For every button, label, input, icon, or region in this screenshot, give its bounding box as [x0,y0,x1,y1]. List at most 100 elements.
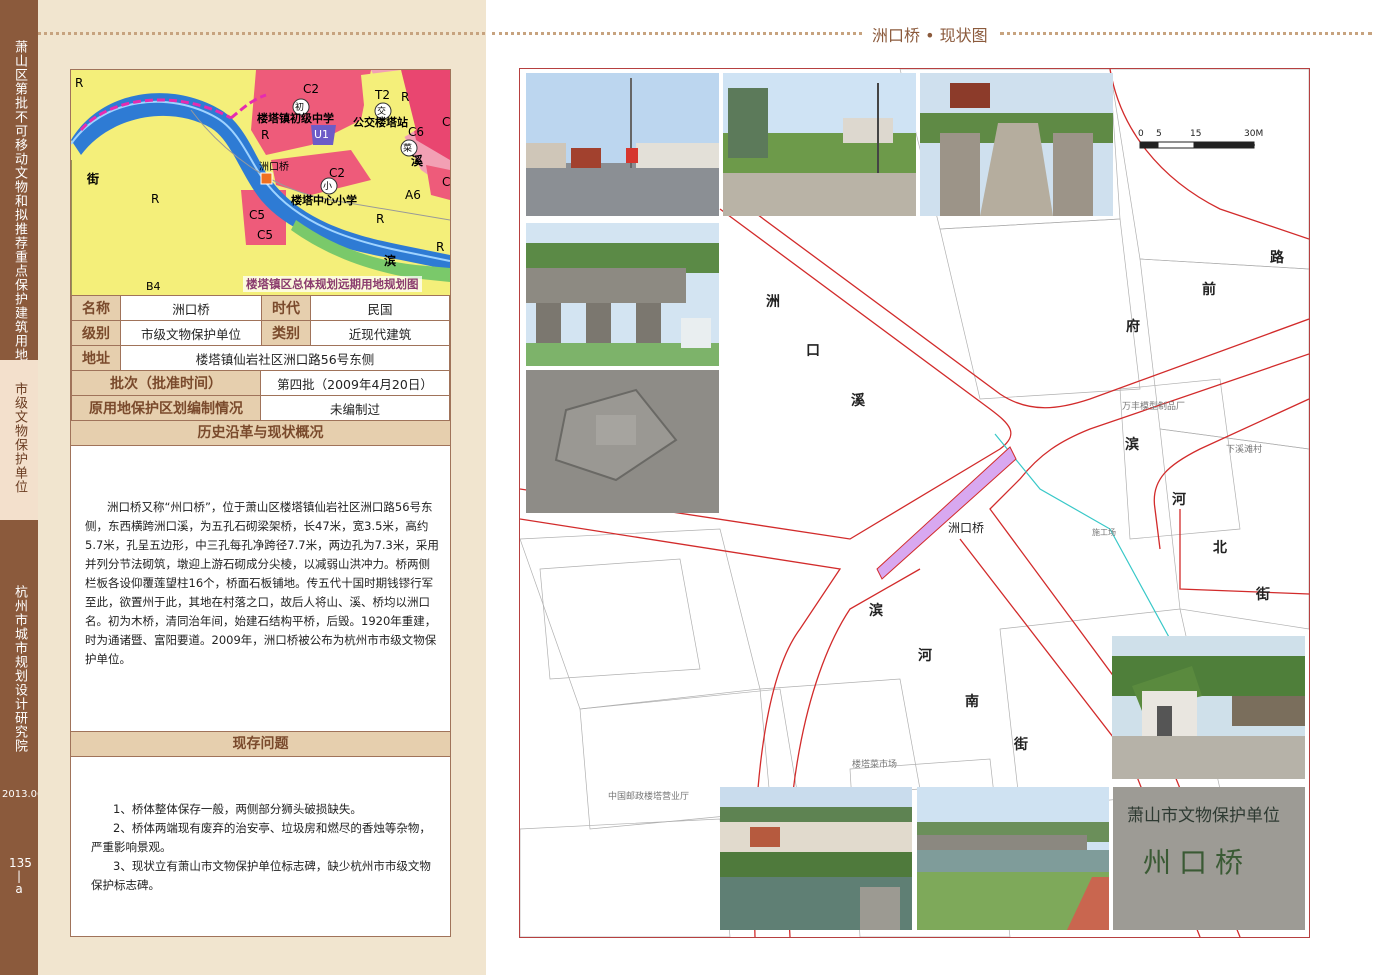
batch-label: 批次（批准时间） [71,370,261,396]
road-label-qian: 前 [1202,282,1216,298]
label-street: 街 [87,172,100,186]
market-label: 楼塔菜市场 [852,760,898,770]
era-value: 民国 [310,295,450,321]
info-table: 名称 洲口桥 时代 民国 级别 市级文物保护单位 类别 近现代建筑 地址 楼塔镇… [71,295,450,371]
code-r3: R [261,128,270,142]
photo-heritage-stele: 萧山市文物保护单位 州口桥 [1113,787,1305,930]
left-dotted-rule [38,32,485,39]
photo-river-upstream [720,787,912,930]
code-c5a: C5 [249,208,266,222]
code-c2b: C2 [329,166,346,180]
photo-deck-graphic [920,73,1113,216]
code-c-edge: C [442,115,450,129]
info-table-lower: 批次（批准时间） 第四批（2009年4月20日） 原用地保护区划编制情况 未编制… [71,370,450,421]
stele-title: 萧山市文物保护单位 [1127,806,1280,826]
photo-river-graphic [917,787,1109,930]
code-c6: C6 [408,125,425,139]
type-label: 类别 [261,320,311,346]
label-bus-station: 公交楼塔站 [353,116,408,129]
issues-heading: 现存问题 [71,731,450,757]
right-dotted-rule-left [492,32,862,39]
code-r6: R [436,240,445,254]
code-c5b: C5 [257,228,274,242]
sidebar-category: 市级文物保护单位 [12,382,27,494]
photo-bridge-approach [723,73,916,216]
code-c2a: C2 [303,82,320,96]
issue-item: 2、桥体两端现有废弃的治安亭、垃圾房和燃尽的香烛等杂物，严重影响景观。 [91,821,431,854]
sidebar: 萧山区第批不可移动文物和拟推荐重点保护建筑用地规划 市级文物保护单位 杭州市城市… [0,0,43,975]
sidebar-institute: 杭州市城市规划设计研究院 [12,585,27,753]
zone-value: 未编制过 [260,395,450,421]
code-u1: U1 [314,128,330,141]
code-c-edge2: C [442,175,450,189]
photo-street-view [526,73,719,216]
code-r4: R [401,90,410,104]
level-label: 级别 [71,320,121,346]
page-number: 135 | a [9,855,32,897]
code-r2: R [151,192,160,206]
batch-value: 第四批（2009年4月20日） [260,370,450,396]
type-value: 近现代建筑 [310,320,450,346]
issue-item: 3、现状立有萧山市文物保护单位标志碑，缺少杭州市市级文物保护标志碑。 [91,859,431,892]
history-text: 洲口桥又称“州口桥”，位于萧山区楼塔镇仙岩社区洲口路56号东侧，东西横跨洲口溪，… [85,500,439,666]
issue-item: 1、桥体整体保存一般，两侧部分狮头破损缺失。 [113,802,362,816]
name-label: 名称 [71,295,121,321]
sidebar-project-title: 萧山区第批不可移动文物和拟推荐重点保护建筑用地规划 [12,40,27,390]
info-sheet: 初 交 菜 小 楼塔镇初级中学 公交楼塔站 洲口桥 楼塔中心小学 街 滨 C2 … [70,69,451,937]
label-river: 滨 [384,254,397,268]
landuse-plan-map: 初 交 菜 小 楼塔镇初级中学 公交楼塔站 洲口桥 楼塔中心小学 街 滨 C2 … [71,70,450,295]
era-label: 时代 [261,295,311,321]
page-number-sub: a [15,882,23,896]
page-title: 洲口桥 • 现状图 [872,26,988,45]
road-label-lu: 路 [1270,250,1284,266]
post-office-label: 中国邮政楼塔营业厅 [608,792,690,802]
scale-30m: 30M [1244,129,1264,139]
bridge-label: 洲口桥 [948,521,985,535]
scale-5: 5 [1156,129,1162,139]
landuse-map-caption: 楼塔镇区总体规划远期用地规划图 [243,276,422,292]
code-r1: R [75,76,84,90]
photo-upstream-graphic [720,787,912,930]
address-value: 楼塔镇仙岩社区洲口路56号东侧 [120,345,450,371]
code-a6: A6 [405,188,421,202]
photo-river-bridge [917,787,1109,930]
code-r5: R [376,212,385,226]
photo-paving-graphic [526,370,719,513]
code-t2: T2 [375,88,390,102]
level-value: 市级文物保护单位 [120,320,262,346]
road-label-he-north: 河 [1172,492,1186,508]
road-label-bei: 北 [1213,540,1227,556]
creek-label-2: 口 [806,343,820,359]
road-label-jie-north: 街 [1256,587,1270,603]
village-label: 下溪滩村 [1226,445,1263,455]
photo-stone-paving [526,370,719,513]
right-dotted-rule-right [1000,32,1372,39]
photo-arches-graphic [526,223,719,366]
label-center-school: 楼塔中心小学 [291,194,357,207]
photo-bridge-deck [920,73,1113,216]
issues-list: 1、桥体整体保存一般，两侧部分狮头破损缺失。 2、桥体两端现有废弃的治安亭、垃圾… [91,800,441,895]
label-xi: 溪 [411,154,424,168]
stele-name: 州口桥 [1143,846,1252,879]
road-label-fu: 府 [1126,319,1140,335]
zone-label: 原用地保护区划编制情况 [71,395,261,421]
name-value: 洲口桥 [120,295,262,321]
school-icon-xiao: 小 [323,182,333,192]
history-heading: 历史沿革与现状概况 [71,420,450,446]
construction-label: 施工场 [1092,528,1116,537]
factory-label: 万丰模型制品厂 [1122,402,1186,412]
road-label-jie-south: 街 [1014,737,1028,753]
sidebar-category-band: 市级文物保护单位 [0,360,38,520]
photo-kiosk-graphic [1112,636,1305,779]
road-label-bin-north: 滨 [1125,437,1139,453]
code-b4: B4 [146,280,161,293]
label-junior-school: 楼塔镇初级中学 [257,112,334,125]
page-divider: | [16,869,22,883]
photo-abandoned-kiosk [1112,636,1305,779]
road-label-he-south: 河 [918,648,932,664]
photo-approach-graphic [723,73,916,216]
creek-label-3: 溪 [851,393,865,409]
scale-15: 15 [1190,129,1202,139]
photo-street-graphic [526,73,719,216]
label-bridge: 洲口桥 [259,162,289,173]
